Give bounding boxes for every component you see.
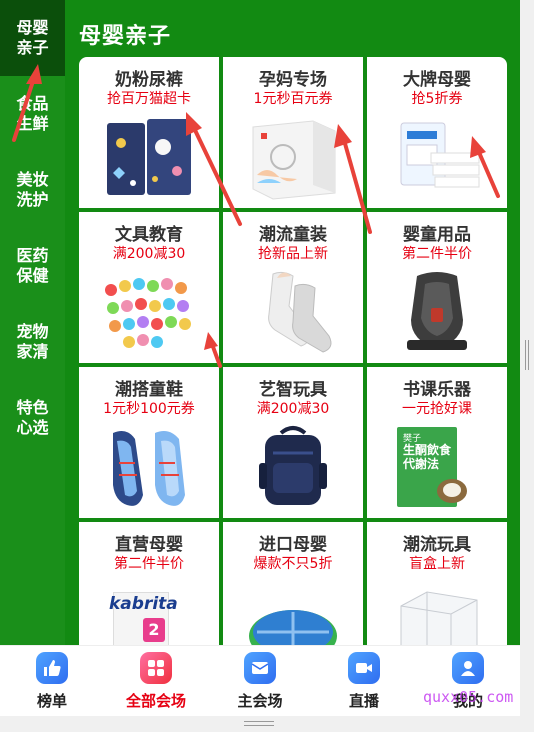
kids-sandals-image: [113, 431, 185, 506]
tab-label: 直播: [348, 692, 379, 710]
user-icon: [452, 652, 484, 684]
tab-main-venue[interactable]: 主会场: [208, 646, 312, 716]
card-title: 进口母婴: [259, 535, 327, 555]
sidebar-item-label: 食品生鲜: [16, 94, 49, 133]
tab-ranking[interactable]: 榜单: [0, 646, 104, 716]
card-title: 文具教育: [115, 225, 183, 245]
maternity-box-image: [252, 120, 336, 200]
formula-cans-image: kabrita 2: [99, 578, 199, 645]
venue-card-kids-shoes[interactable]: 潮搭童鞋 1元秒100元券: [79, 367, 219, 518]
sidebar-item-mother-baby[interactable]: 母婴亲子: [0, 0, 65, 76]
card-title: 孕妈专场: [259, 70, 327, 90]
venue-card-books-instruments[interactable]: 书课乐器 一元抢好课 樊子 生酮飲食代謝法: [367, 367, 507, 518]
card-title: 书课乐器: [403, 380, 471, 400]
baby-plate-image: [249, 610, 337, 645]
card-title: 潮搭童鞋: [115, 380, 183, 400]
tab-mine[interactable]: 我的: [416, 646, 520, 716]
card-title: 潮流童装: [259, 225, 327, 245]
card-title: 大牌母婴: [403, 70, 471, 90]
diet-book-image: 樊子 生酮飲食代謝法: [397, 423, 471, 511]
grid-icon: [140, 652, 172, 684]
venue-card-imported[interactable]: 进口母婴 爆款不只5折: [223, 522, 363, 645]
formula-brand: kabrita: [109, 594, 178, 614]
card-title: 奶粉尿裤: [115, 70, 183, 90]
scrollbar-handle-bottom[interactable]: [244, 721, 274, 726]
card-title: 艺智玩具: [259, 380, 327, 400]
card-promo: 满200减30: [256, 401, 330, 417]
school-backpack-image: [259, 426, 327, 505]
main-content: 母婴亲子 奶粉尿裤 抢百万猫超卡 孕妈专场 1元秒百元券 大牌母婴 抢5折券 文…: [65, 0, 520, 645]
scrollbar-handle-right[interactable]: [525, 340, 529, 370]
card-promo: 盲盒上新: [409, 556, 465, 572]
stamp-set-image: [105, 278, 191, 348]
book-title: 生酮飲食代謝法: [403, 443, 452, 471]
card-title: 婴童用品: [403, 225, 471, 245]
card-promo: 满200减30: [112, 246, 186, 262]
tab-label: 全部会场: [125, 692, 186, 710]
diaper-pack-image: [107, 119, 191, 195]
venue-card-kids-fashion[interactable]: 潮流童装 抢新品上新: [223, 212, 363, 363]
venue-card-trendy-toys[interactable]: 潮流玩具 盲盒上新: [367, 522, 507, 645]
sidebar-item-beauty[interactable]: 美妆洗护: [0, 152, 65, 228]
tab-label: 我的: [452, 692, 483, 710]
wipes-pack-image: [400, 122, 480, 188]
venue-card-direct-mother-baby[interactable]: 直营母婴 第二件半价 kabrita 2: [79, 522, 219, 645]
sidebar-item-label: 美妆洗护: [16, 170, 49, 209]
category-sidebar: 母婴亲子 食品生鲜 美妆洗护 医药保健 宠物家清 特色心选: [0, 0, 65, 645]
card-promo: 1元秒百元券: [253, 91, 333, 107]
card-title: 直营母婴: [115, 535, 183, 555]
stage-number-badge: 2: [143, 618, 165, 642]
card-promo: 抢5折券: [411, 91, 463, 107]
tab-label: 主会场: [237, 692, 283, 710]
card-title: 潮流玩具: [403, 535, 471, 555]
venue-card-baby-goods[interactable]: 婴童用品 第二件半价: [367, 212, 507, 363]
sidebar-item-pet-home[interactable]: 宠物家清: [0, 304, 65, 380]
tab-label: 榜单: [36, 692, 67, 710]
blind-box-display-image: [400, 591, 478, 645]
sidebar-item-label: 特色心选: [16, 398, 49, 437]
sidebar-item-featured[interactable]: 特色心选: [0, 380, 65, 456]
card-promo: 第二件半价: [402, 246, 472, 262]
card-promo: 抢百万猫超卡: [107, 91, 191, 107]
card-promo: 1元秒100元券: [103, 401, 195, 417]
bottom-tab-bar: 榜单 全部会场 主会场 直播 我的: [0, 645, 520, 716]
section-title: 母婴亲子: [79, 24, 172, 49]
tab-all-venues[interactable]: 全部会场: [104, 646, 208, 716]
video-camera-icon: [348, 652, 380, 684]
app-window: 母婴亲子 食品生鲜 美妆洗护 医药保健 宠物家清 特色心选 母婴亲子 奶粉尿裤 …: [0, 0, 520, 716]
venue-card-big-brand[interactable]: 大牌母婴 抢5折券: [367, 57, 507, 208]
venue-card-toys[interactable]: 艺智玩具 满200减30: [223, 367, 363, 518]
sidebar-item-medicine[interactable]: 医药保健: [0, 228, 65, 304]
venue-card-stationery[interactable]: 文具教育 满200减30: [79, 212, 219, 363]
car-seat-image: [407, 272, 467, 350]
sidebar-item-food[interactable]: 食品生鲜: [0, 76, 65, 152]
tab-live[interactable]: 直播: [312, 646, 416, 716]
venue-card-formula-diapers[interactable]: 奶粉尿裤 抢百万猫超卡: [79, 57, 219, 208]
envelope-icon: [244, 652, 276, 684]
card-promo: 抢新品上新: [258, 246, 328, 262]
card-promo: 第二件半价: [114, 556, 184, 572]
sidebar-item-label: 宠物家清: [16, 322, 49, 361]
kids-socks-image: [268, 271, 332, 353]
sidebar-item-label: 母婴亲子: [16, 18, 49, 57]
card-promo: 爆款不只5折: [253, 556, 333, 572]
venue-card-pregnancy[interactable]: 孕妈专场 1元秒百元券: [223, 57, 363, 208]
thumbs-up-icon: [36, 652, 68, 684]
card-promo: 一元抢好课: [402, 401, 472, 417]
sidebar-item-label: 医药保健: [16, 246, 49, 285]
